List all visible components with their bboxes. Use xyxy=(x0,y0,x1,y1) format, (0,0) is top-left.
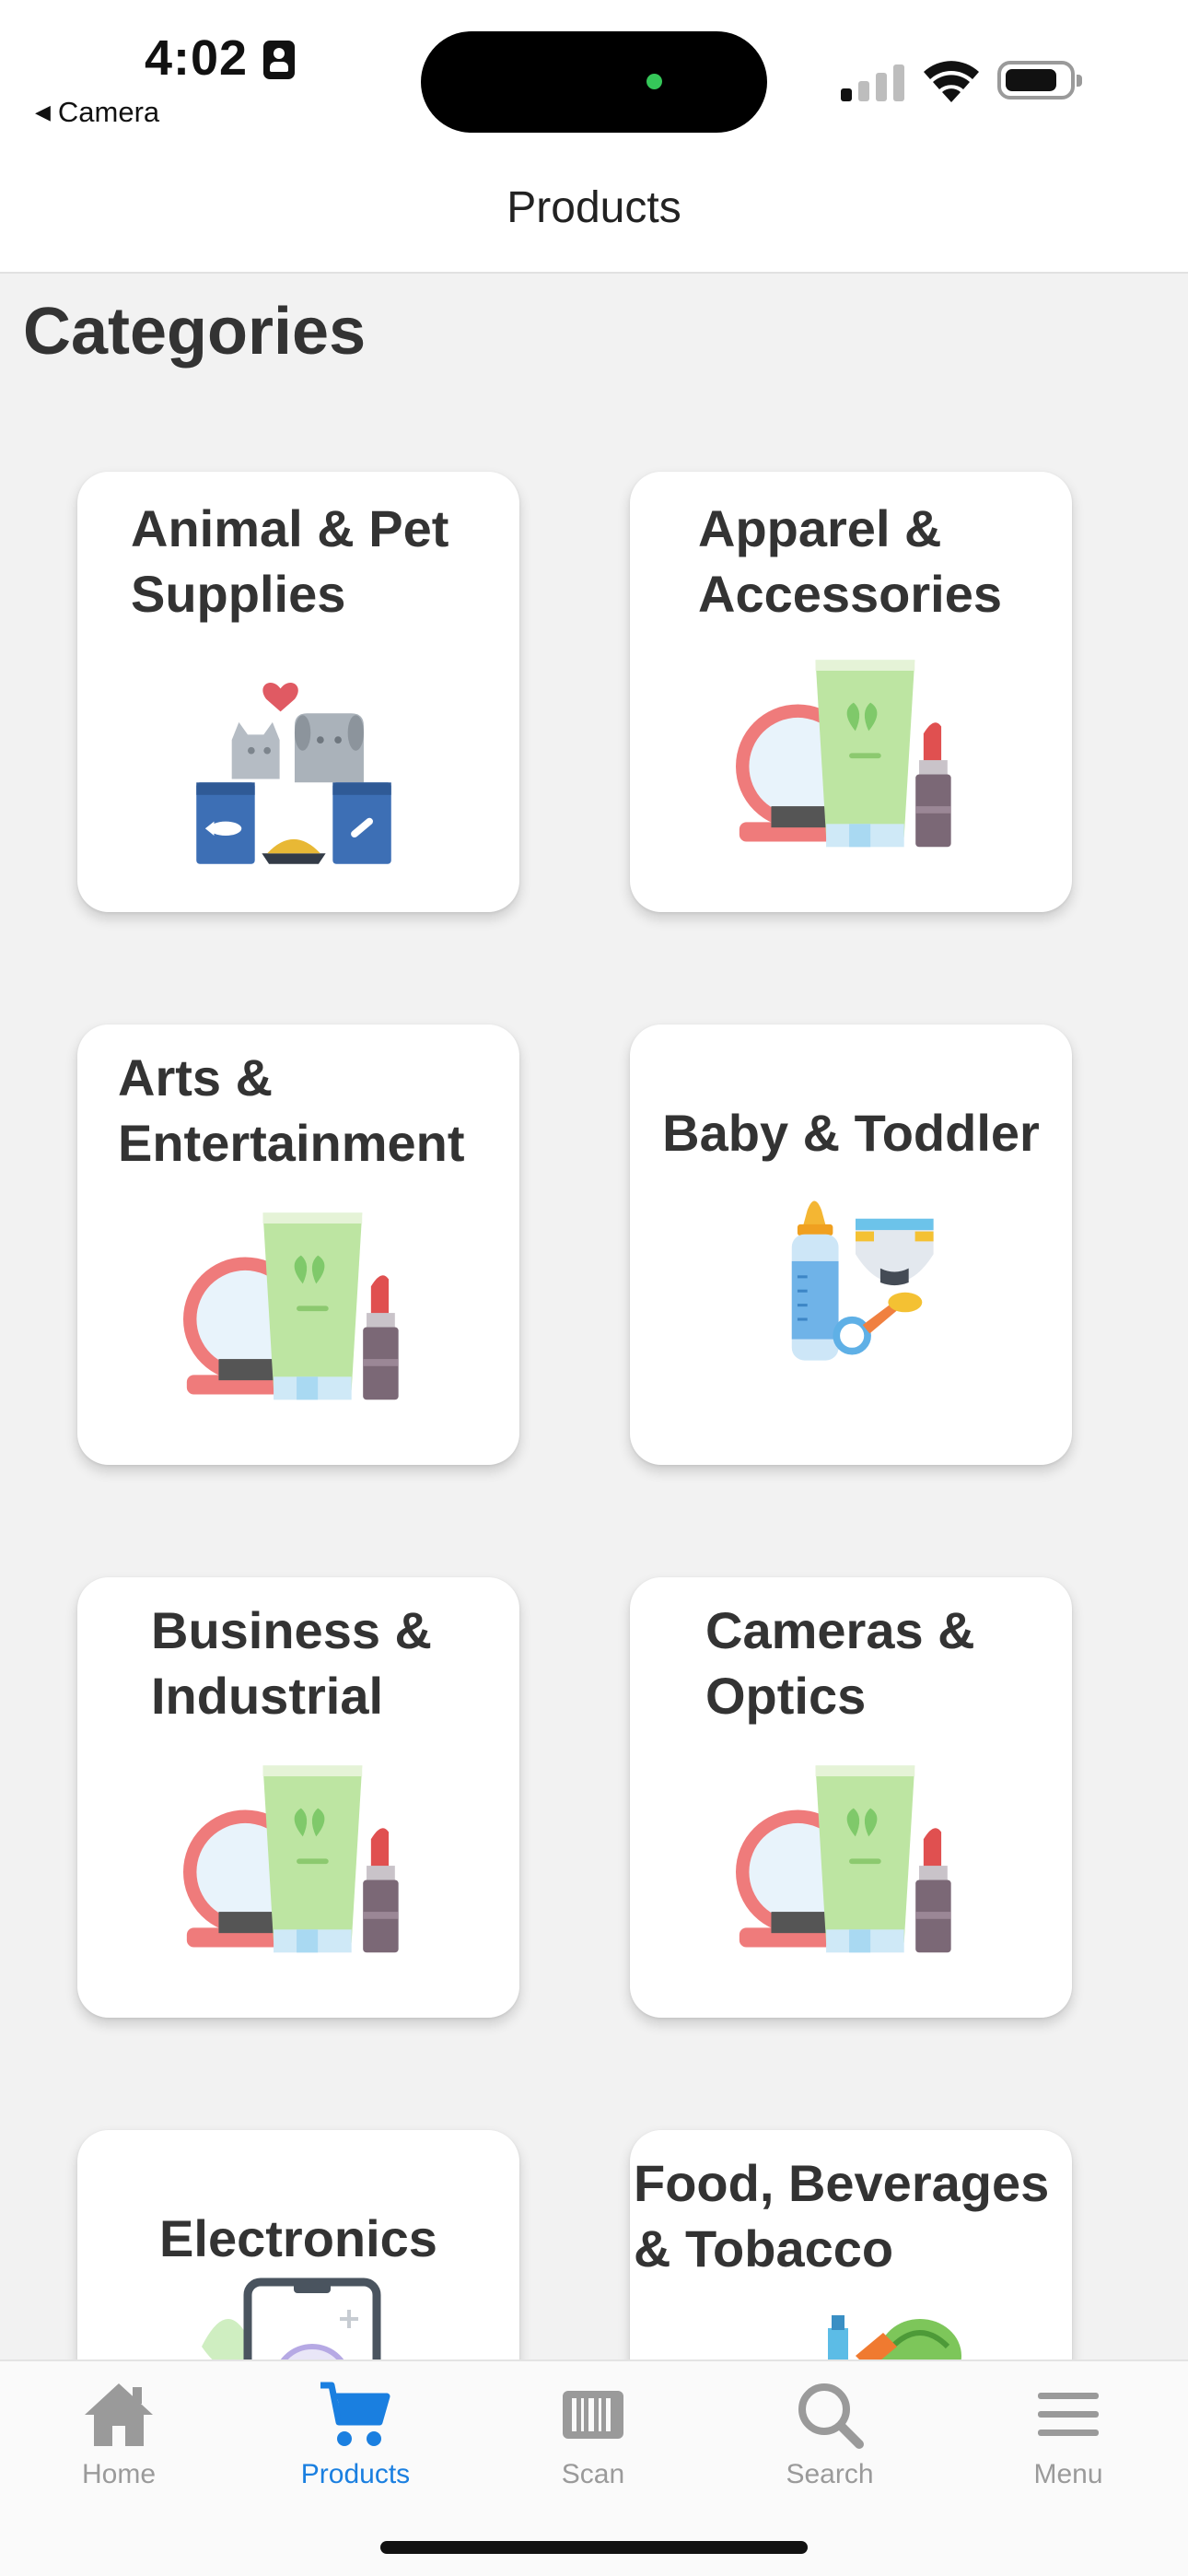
category-card-apparel-accessories[interactable]: Apparel & Accessories xyxy=(630,472,1072,912)
home-icon xyxy=(85,2383,153,2446)
categories-scroll-area[interactable]: Categories Animal & Pet Supplies Apparel… xyxy=(0,274,1188,2359)
category-label: Business & Industrial xyxy=(151,1601,432,1725)
category-label: Animal & Pet Supplies xyxy=(131,499,449,623)
category-label: Baby & Toddler xyxy=(662,1104,1040,1162)
baby-items-icon xyxy=(763,1177,948,1388)
cart-icon xyxy=(320,2382,390,2446)
status-bar: 4:02 ◀ Camera xyxy=(0,0,1188,138)
tab-search[interactable]: Search xyxy=(738,2380,922,2518)
dynamic-island xyxy=(421,31,767,133)
home-indicator[interactable] xyxy=(380,2541,808,2554)
hamburger-menu-icon xyxy=(1038,2393,1099,2436)
pet-supplies-icon xyxy=(179,651,409,882)
navigation-bar: Products xyxy=(0,138,1188,274)
category-label: Arts & Entertainment xyxy=(118,1048,465,1172)
electronics-icon xyxy=(183,2273,423,2359)
page-title: Products xyxy=(507,183,681,232)
category-label: Electronics xyxy=(159,2209,437,2267)
category-card-baby-toddler[interactable]: Baby & Toddler xyxy=(630,1025,1072,1465)
category-card-business-industrial[interactable]: Business & Industrial xyxy=(77,1577,519,2018)
category-card-food-beverages-tobacco[interactable]: Food, Beverages & Tobacco xyxy=(630,2130,1072,2359)
wifi-icon xyxy=(924,61,979,102)
category-card-arts-entertainment[interactable]: Arts & Entertainment xyxy=(77,1025,519,1465)
search-icon xyxy=(798,2383,864,2449)
battery-icon xyxy=(997,61,1082,100)
tab-home[interactable]: Home xyxy=(27,2380,211,2518)
tab-label: Products xyxy=(300,2459,411,2489)
category-card-animal-pet-supplies[interactable]: Animal & Pet Supplies xyxy=(77,472,519,912)
back-app-label: Camera xyxy=(57,96,160,128)
cosmetics-icon xyxy=(183,1200,413,1430)
status-time: 4:02 xyxy=(145,30,249,86)
tab-label: Search xyxy=(786,2459,874,2489)
barcode-icon xyxy=(563,2391,623,2439)
tab-products[interactable]: Products xyxy=(263,2380,448,2518)
tab-scan[interactable]: Scan xyxy=(501,2380,685,2518)
back-to-camera-link[interactable]: ◀ Camera xyxy=(35,96,159,129)
category-card-cameras-optics[interactable]: Cameras & Optics xyxy=(630,1577,1072,2018)
tab-menu[interactable]: Menu xyxy=(976,2380,1160,2518)
back-arrow-icon: ◀ xyxy=(35,100,51,123)
cellular-signal-icon xyxy=(841,61,905,101)
cosmetics-icon xyxy=(736,1752,966,1983)
category-label: Cameras & Optics xyxy=(705,1601,975,1725)
section-title: Categories xyxy=(23,295,367,369)
tab-label: Home xyxy=(81,2459,157,2489)
groceries-icon xyxy=(745,2291,984,2359)
camera-active-indicator xyxy=(646,74,662,89)
screen: 4:02 ◀ Camera Products Categories Animal … xyxy=(0,0,1188,2576)
tab-label: Menu xyxy=(1033,2459,1103,2489)
focus-mode-icon xyxy=(263,41,295,79)
tab-label: Scan xyxy=(561,2459,625,2489)
cosmetics-icon xyxy=(183,1752,413,1983)
category-label: Food, Beverages & Tobacco xyxy=(634,2154,1050,2277)
category-card-electronics[interactable]: Electronics xyxy=(77,2130,519,2359)
category-label: Apparel & Accessories xyxy=(698,499,1003,623)
cosmetics-icon xyxy=(736,647,966,877)
